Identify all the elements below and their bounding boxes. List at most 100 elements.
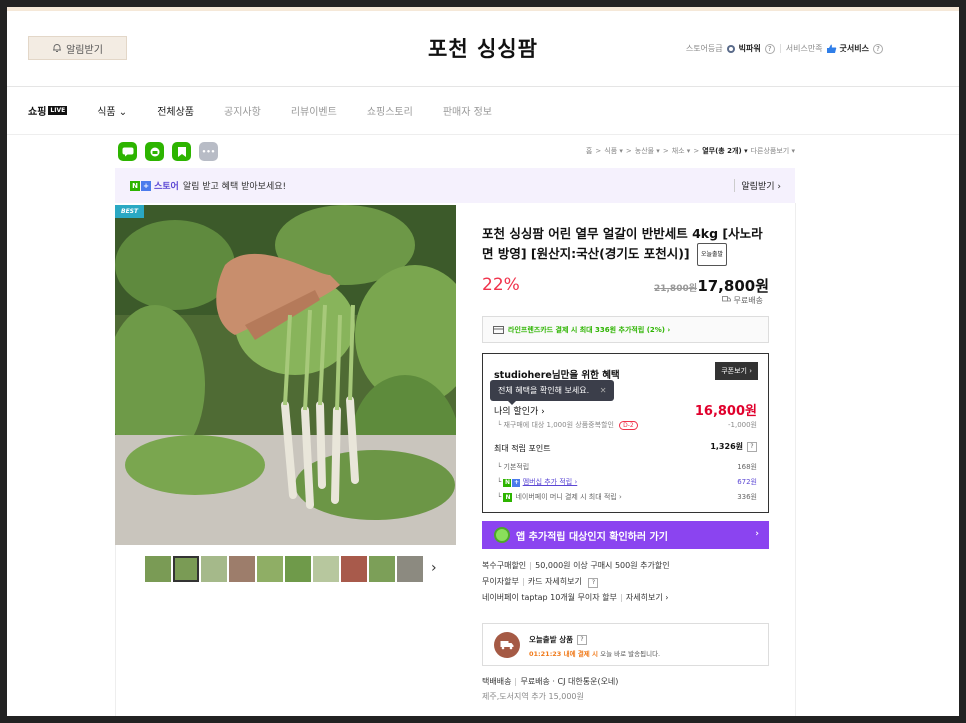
truck-icon — [722, 296, 731, 302]
grade-label: 스토어등급 — [685, 44, 723, 53]
store-nav: 쇼핑 LIVE 식품 ⌄ 전체상품 공지사항 리뷰이벤트 쇼핑스토리 판매자 정… — [7, 87, 959, 135]
breadcrumb-current[interactable]: 열무(총 2개) ▾ — [702, 146, 747, 156]
chevron-right-icon: › — [755, 529, 759, 539]
max-points-label: 최대 적립 포인트 — [494, 444, 551, 453]
breadcrumb-separator: > — [595, 147, 602, 155]
thumbnail[interactable] — [285, 556, 311, 582]
thumbnail[interactable] — [145, 556, 171, 582]
close-icon[interactable]: ✕ — [600, 386, 607, 395]
npay-detail-link[interactable]: 자세히보기 › — [626, 593, 669, 602]
live-badge: LIVE — [48, 106, 68, 115]
plus-store-label: 스토어 — [154, 182, 179, 192]
app-banner-text: 앱 추가적립 대상인지 확인하러 가기 — [516, 531, 668, 543]
points-row: └ N + 멤버십 추가 적립 › — [497, 478, 578, 487]
plus-icon: + — [141, 180, 151, 191]
repurchase-amount: -1,000원 — [727, 421, 757, 429]
repurchase-text: 재구매에 대상 1,000원 상품중복할인 — [503, 421, 614, 429]
multi-purchase-text: 50,000원 이상 구매시 500원 추가할인 — [535, 561, 670, 570]
npay-points-link[interactable]: 네이버페이 머니 결제 시 최대 적립 › — [515, 493, 621, 501]
thumbnail[interactable] — [313, 556, 339, 582]
breadcrumb-item[interactable]: 식품 ▾ — [604, 146, 623, 156]
today-ship-sub: 01:21:23 내에 결제 시 오늘 바로 발송됩니다. — [529, 648, 660, 658]
nav-shopping-live[interactable]: 쇼핑 LIVE — [28, 103, 68, 118]
more-options-icon[interactable]: ••• — [199, 142, 218, 161]
nav-shopping-label: 쇼핑 — [28, 107, 47, 118]
delivery-text: 무료배송 · CJ 대한통운(오네) — [520, 677, 619, 686]
share-bookmark-icon[interactable] — [172, 142, 191, 161]
breadcrumb-item[interactable]: 채소 ▾ — [672, 146, 691, 156]
jeju-extra-fee: 제주,도서지역 추가 15,000원 — [482, 692, 584, 701]
sale-price: 17,800원 — [697, 277, 769, 295]
divider — [620, 593, 622, 602]
breadcrumb-item[interactable]: 농산물 ▾ — [635, 146, 660, 156]
breadcrumb: 홈 > 식품 ▾ > 농산물 ▾ > 채소 ▾ > 열무(총 2개) ▾ 다른상… — [583, 146, 795, 156]
membership-link[interactable]: 멤버십 추가 적립 › — [523, 478, 578, 486]
points-row-value: 672원 — [737, 478, 757, 486]
max-points-amount: 1,326원 — [710, 442, 743, 451]
divider — [515, 677, 517, 686]
today-ship-sub-text: 오늘 바로 발송됩니다. — [600, 650, 661, 658]
nav-all-products[interactable]: 전체상품 — [157, 103, 194, 118]
breadcrumb-item[interactable]: 홈 — [586, 146, 592, 156]
points-row: └ N 네이버페이 머니 결제 시 최대 적립 › — [497, 493, 622, 502]
interest-help-icon[interactable]: ? — [588, 577, 599, 588]
app-points-banner[interactable]: 앱 추가적립 대상인지 확인하러 가기 › — [482, 521, 769, 549]
service-value: 굿서비스 — [839, 44, 869, 53]
benefit-tooltip: 전체 혜택을 확인해 보세요. ✕ — [490, 380, 615, 405]
multi-purchase-label: 복수구매할인 — [482, 561, 527, 570]
naver-n-icon: N — [503, 478, 512, 487]
card-detail-link[interactable]: 카드 자세히보기 — [528, 577, 582, 586]
thumbnail-next-icon[interactable]: › — [431, 560, 437, 576]
product-title: 포천 싱싱팜 어린 열무 얼갈이 반반세트 4kg [사노라면 방영] [원산지… — [482, 224, 772, 266]
nav-food[interactable]: 식품 ⌄ — [97, 103, 127, 118]
credit-card-icon — [493, 325, 504, 334]
content-border — [115, 545, 116, 716]
coupon-view-button[interactable]: 쿠폰보기 › — [715, 362, 758, 380]
thumbnail[interactable] — [369, 556, 395, 582]
points-help-icon[interactable]: ? — [747, 441, 757, 452]
plus-icon: + — [512, 478, 521, 487]
service-help-icon[interactable]: ? — [873, 43, 883, 54]
product-info: 포천 싱싱팜 어린 열무 얼갈이 반반세트 4kg [사노라면 방영] [원산지… — [482, 224, 772, 266]
dday-badge: D-2 — [619, 421, 638, 430]
share-bar: ••• — [118, 142, 226, 161]
thumbnail-strip — [145, 556, 425, 582]
grade-value: 빅파워 — [738, 44, 761, 53]
notice-text: 알림 받고 혜택 받아보세요! — [182, 182, 287, 192]
today-ship-box: 오늘출발 상품 ? 01:21:23 내에 결제 시 오늘 바로 발송됩니다. — [482, 623, 769, 666]
nav-review-event[interactable]: 리뷰이벤트 — [291, 103, 337, 118]
share-talk-icon[interactable] — [118, 142, 137, 161]
delivery-truck-icon — [494, 632, 520, 658]
divider — [522, 577, 524, 586]
grade-help-icon[interactable]: ? — [764, 43, 775, 54]
npay-installment-line: 네이버페이 taptap 10개월 무이자 할부 자세히보기 › — [482, 592, 668, 603]
thumbnail[interactable] — [229, 556, 255, 582]
breadcrumb-other-products[interactable]: 다른상품보기 ▾ — [751, 146, 795, 156]
trophy-icon — [726, 44, 735, 53]
npay-installment-text: 네이버페이 taptap 10개월 무이자 할부 — [482, 593, 617, 602]
nav-shopping-story[interactable]: 쇼핑스토리 — [367, 103, 413, 118]
share-blog-icon[interactable] — [145, 142, 164, 161]
today-ship-title: 오늘출발 상품 ? — [529, 634, 588, 645]
thumbnail[interactable] — [257, 556, 283, 582]
thumbnail[interactable] — [341, 556, 367, 582]
thumbnail[interactable] — [201, 556, 227, 582]
notice-alarm-link[interactable]: 알림받기 › — [734, 179, 781, 192]
thumbnail[interactable] — [397, 556, 423, 582]
price-row: 22% 21,800원 17,800원 — [482, 275, 769, 297]
breadcrumb-separator: > — [662, 147, 669, 155]
today-ship-help-icon[interactable]: ? — [577, 634, 588, 645]
radish-photo — [115, 205, 456, 545]
delivery-line: 택배배송 무료배송 · CJ 대한통운(오네) — [482, 676, 618, 687]
my-discount-price-link[interactable]: 나의 할인가 › — [494, 404, 545, 417]
thumbnail-selected[interactable] — [173, 556, 199, 582]
interest-free-label: 무이자할부 — [482, 577, 519, 586]
card-promo-banner[interactable]: 라인프렌즈카드 결제 시 최대 336원 추가적립 (2%) › — [482, 316, 769, 343]
nav-seller-info[interactable]: 판매자 정보 — [443, 103, 492, 118]
personal-benefit-box: studiohere님만을 위한 혜택 쿠폰보기 › 전체 혜택을 확인해 보세… — [482, 353, 769, 513]
thumbs-up-icon — [826, 44, 836, 53]
nav-notice[interactable]: 공지사항 — [224, 103, 261, 118]
original-price: 21,800원 — [653, 284, 697, 294]
naver-n-icon: N — [130, 180, 140, 191]
product-main-image[interactable]: BEST — [115, 205, 456, 545]
